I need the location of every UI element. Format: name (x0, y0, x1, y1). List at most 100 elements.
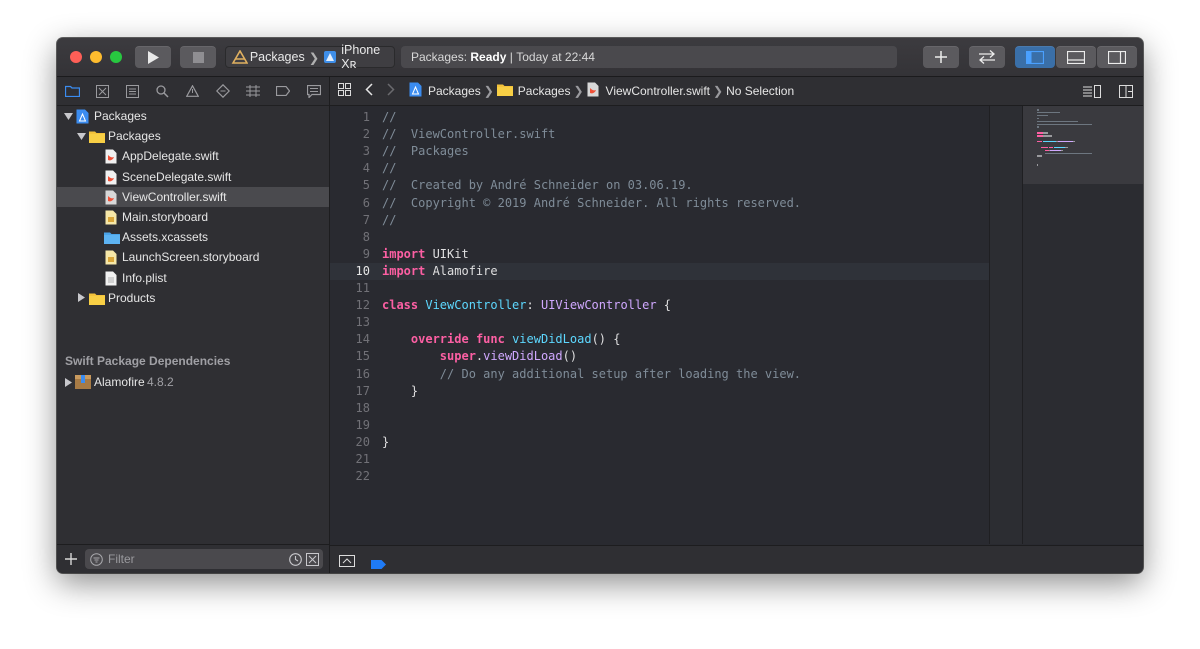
code-text: // (382, 161, 396, 175)
code-line[interactable]: 17 } (330, 383, 989, 400)
toggle-debug-area-button[interactable] (1056, 46, 1096, 68)
editor-options-button[interactable] (1083, 85, 1101, 101)
code-line[interactable]: 21 (330, 451, 989, 468)
stop-button[interactable] (180, 46, 216, 68)
disclosure-closed-icon[interactable] (76, 293, 86, 303)
minimap-line (1037, 120, 1078, 123)
code-line[interactable]: 6 // Copyright © 2019 André Schneider. Al… (330, 195, 989, 212)
tree-row-appdelegate[interactable]: AppDelegate.swift (57, 146, 329, 166)
toggle-inspector-button[interactable] (1097, 46, 1137, 68)
forward-button[interactable] (387, 83, 395, 99)
tree-row-assets[interactable]: Assets.xcassets (57, 227, 329, 247)
zoom-button[interactable] (110, 51, 122, 63)
code-line[interactable]: 22 (330, 468, 989, 485)
navigator-tab-symbol[interactable] (117, 77, 147, 105)
toggle-navigator-button[interactable] (1015, 46, 1055, 68)
code-line[interactable]: 4 // (330, 160, 989, 177)
navigator-tab-find[interactable] (148, 77, 178, 105)
scheme-selector[interactable]: Packages ❯ iPhone Xʀ (225, 43, 395, 71)
code-text: // Packages (382, 144, 469, 158)
code-text: import Alamofire (382, 264, 498, 278)
minimap-line (1040, 146, 1049, 149)
code-line[interactable]: 3 // Packages (330, 143, 989, 160)
code-line[interactable]: 2 // ViewController.swift (330, 126, 989, 143)
filter-field[interactable]: Filter (85, 549, 323, 569)
project-crumb-icon (409, 82, 422, 100)
code-line[interactable]: 19 (330, 417, 989, 434)
disclosure-open-icon[interactable] (63, 111, 73, 121)
source-editor[interactable]: 1 // 2 // ViewController.swift 3 // Packages 4… (330, 106, 989, 544)
swift-file-icon (105, 170, 117, 188)
navigator-tab-project[interactable] (57, 77, 87, 105)
tree-row-project[interactable]: Packages (57, 106, 329, 126)
minimap-line (1037, 109, 1039, 111)
crumb-group[interactable]: Packages (518, 84, 571, 98)
crumb-file[interactable]: ViewController.swift (606, 84, 710, 98)
navigator-tab-debug[interactable] (238, 77, 268, 105)
navigator-tab-tests[interactable] (208, 77, 238, 105)
code-line[interactable]: 18 (330, 400, 989, 417)
tree-row-scenedelegate[interactable]: SceneDelegate.swift (57, 167, 329, 187)
code-token: class (382, 298, 419, 313)
crumb-project[interactable]: Packages (428, 84, 481, 98)
library-button[interactable] (923, 46, 959, 68)
navigator-tab-issues[interactable] (178, 77, 208, 105)
disclosure-open-icon[interactable] (76, 131, 86, 141)
code-token: } (382, 383, 419, 398)
code-line[interactable]: 9 import UIKit (330, 246, 989, 263)
filter-icon (90, 552, 103, 566)
navigator-tab-source-control[interactable] (87, 77, 117, 105)
app-target-icon (231, 50, 248, 64)
tree-row-launchscreen[interactable]: LaunchScreen.storyboard (57, 247, 329, 267)
back-button[interactable] (365, 83, 373, 99)
tree-row-viewcontroller[interactable]: ViewController.swift (57, 186, 329, 207)
tree-row-products[interactable]: Products (57, 288, 329, 308)
navigator-tab-breakpoints[interactable] (268, 77, 298, 105)
code-line[interactable]: 12 class ViewController: UIViewController… (330, 297, 989, 314)
recent-files-icon[interactable] (289, 552, 302, 566)
run-button[interactable] (135, 46, 171, 68)
minimap-line (1054, 146, 1065, 149)
crumb-selection[interactable]: No Selection (726, 84, 794, 98)
filter-input[interactable]: Filter (108, 552, 289, 566)
minimap-line (1037, 111, 1060, 114)
source-control-filter-icon[interactable] (306, 552, 319, 566)
code-line[interactable]: 20} (330, 434, 989, 451)
breakpoints-toggle-button[interactable] (371, 556, 386, 573)
code-line[interactable]: 7 // (330, 212, 989, 229)
code-line[interactable]: 15 super.viewDidLoad() (330, 348, 989, 365)
tree-row-main-storyboard[interactable]: Main.storyboard (57, 207, 329, 227)
minimap-visible-range[interactable] (1023, 106, 1143, 184)
add-file-button[interactable] (65, 552, 77, 570)
line-number: 15 (355, 349, 370, 364)
code-line[interactable]: 11 (330, 280, 989, 297)
code-line[interactable]: 8 (330, 229, 989, 246)
code-line[interactable]: 16 // Do any additional setup after load… (330, 366, 989, 383)
storyboard-icon (105, 210, 117, 228)
tree-row-infoplist[interactable]: Info.plist (57, 268, 329, 288)
disclosure-closed-icon[interactable] (63, 377, 73, 387)
code-line[interactable]: 10 import Alamofire (330, 262, 989, 280)
breakpoint-icon (276, 86, 291, 96)
code-line[interactable]: 5 // Created by André Schneider on 03.06.… (330, 177, 989, 194)
line-number: 21 (355, 452, 370, 466)
close-button[interactable] (70, 51, 82, 63)
tree-row-group-packages[interactable]: Packages (57, 126, 329, 146)
code-line[interactable]: 14 override func viewDidLoad() { (330, 331, 989, 348)
navigator-tab-reports[interactable] (299, 77, 329, 105)
add-editor-button[interactable] (1119, 85, 1133, 101)
minimap[interactable] (1022, 106, 1143, 544)
show-debug-area-button[interactable] (339, 554, 355, 572)
editor-scroll-track[interactable] (990, 106, 1022, 544)
code-token: viewDidLoad (512, 332, 592, 347)
activity-separator: | (509, 50, 513, 64)
minimize-button[interactable] (90, 51, 102, 63)
related-items-button[interactable] (338, 83, 351, 99)
tree-row-alamofire[interactable]: Alamofire 4.8.2 (57, 372, 329, 392)
code-text: } (382, 384, 418, 398)
code-line[interactable]: 1 // (330, 109, 989, 126)
code-line[interactable]: 13 (330, 314, 989, 331)
code-review-button[interactable] (969, 46, 1005, 68)
debug-bar (330, 545, 1143, 573)
